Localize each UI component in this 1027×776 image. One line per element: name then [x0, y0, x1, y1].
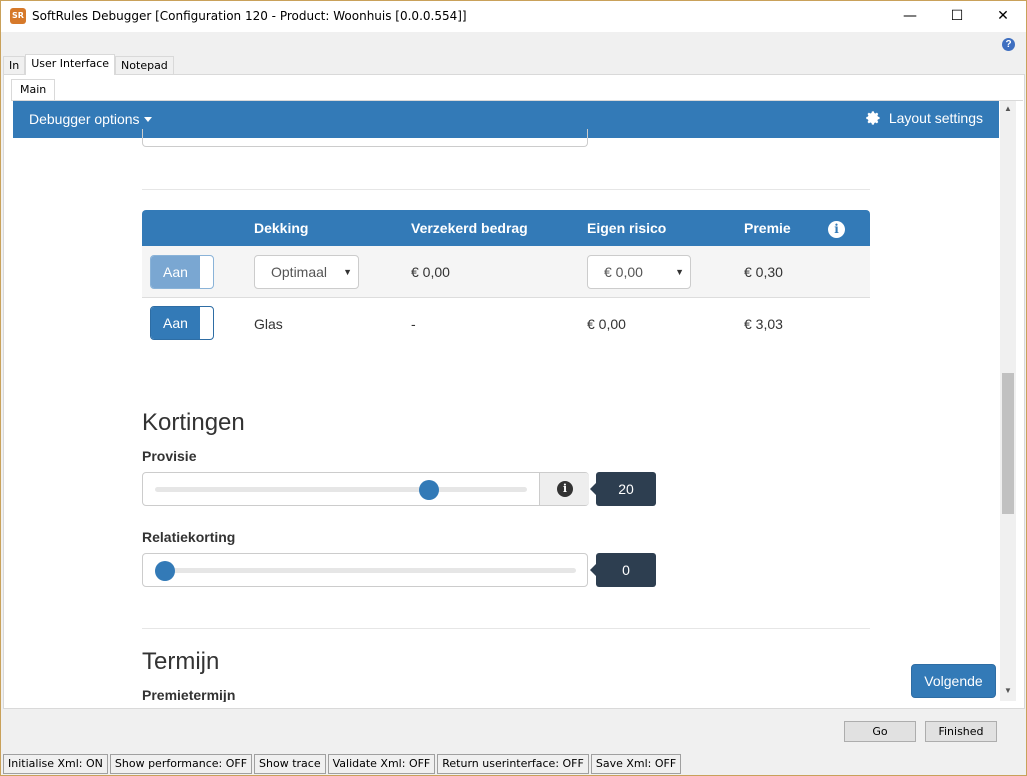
- info-icon[interactable]: i: [828, 221, 845, 238]
- scroll-up-icon[interactable]: ▲: [1000, 101, 1016, 117]
- toggle-label: Aan: [151, 256, 200, 288]
- tab-main[interactable]: Main: [11, 79, 56, 101]
- premie-value: € 3,03: [744, 316, 783, 332]
- section-divider: [142, 189, 870, 190]
- browser-view: Debugger options Layout settings Dekking…: [13, 101, 1000, 702]
- premie-value: € 0,30: [744, 264, 783, 280]
- relatiekorting-value-badge: 0: [590, 553, 656, 587]
- scroll-down-icon[interactable]: ▼: [1000, 683, 1016, 699]
- maximize-button[interactable]: ☐: [934, 1, 980, 32]
- slider-track: [155, 487, 527, 492]
- status-show-trace[interactable]: Show trace: [254, 754, 326, 774]
- help-icon[interactable]: ?: [1002, 38, 1015, 51]
- aan-toggle[interactable]: Aan: [150, 255, 214, 289]
- text-input-partial[interactable]: [142, 129, 588, 147]
- status-validate-xml[interactable]: Validate Xml: OFF: [327, 754, 436, 774]
- close-button[interactable]: ✕: [980, 1, 1026, 32]
- slider-handle[interactable]: [419, 480, 439, 500]
- status-initialise-xml[interactable]: Initialise Xml: ON: [3, 754, 108, 774]
- bottom-bar: Go Finished: [1, 710, 1026, 754]
- tab-in[interactable]: In: [3, 56, 26, 74]
- header-eigen-risico: Eigen risico: [587, 220, 667, 236]
- coverage-table-header: Dekking Verzekerd bedrag Eigen risico Pr…: [142, 210, 870, 246]
- layout-settings-label: Layout settings: [888, 110, 983, 126]
- status-return-userinterface[interactable]: Return userinterface: OFF: [437, 754, 589, 774]
- chevron-down-icon: ▼: [675, 267, 684, 277]
- termijn-heading: Termijn: [142, 648, 220, 675]
- layout-settings-button[interactable]: Layout settings: [865, 110, 983, 126]
- debugger-options-dropdown[interactable]: Debugger options: [29, 111, 152, 127]
- volgende-button[interactable]: Volgende: [911, 664, 996, 698]
- table-row: Aan Optimaal ▼ € 0,00 € 0,00 ▼ € 0,30: [142, 246, 870, 298]
- header-verzekerd-bedrag: Verzekerd bedrag: [411, 220, 528, 236]
- provisie-info-addon[interactable]: i: [539, 473, 589, 505]
- app-window: SR SoftRules Debugger [Configuration 120…: [0, 0, 1027, 776]
- table-row: Aan Glas - € 0,00 € 3,03: [142, 298, 870, 350]
- kortingen-heading: Kortingen: [142, 409, 245, 436]
- app-logo-icon: SR: [10, 8, 26, 24]
- aan-toggle[interactable]: Aan: [150, 306, 214, 340]
- provisie-value-badge: 20: [590, 472, 656, 506]
- relatiekorting-slider[interactable]: [142, 553, 588, 587]
- eigen-risico-select[interactable]: € 0,00 ▼: [587, 255, 691, 289]
- window-title: SoftRules Debugger [Configuration 120 - …: [32, 9, 467, 23]
- status-show-performance[interactable]: Show performance: OFF: [109, 754, 253, 774]
- dekking-select-value: Optimaal: [271, 264, 328, 280]
- verzekerd-bedrag-value: € 0,00: [411, 264, 450, 280]
- provisie-label: Provisie: [142, 448, 197, 464]
- status-bar: Initialise Xml: ON Show performance: OFF…: [3, 754, 683, 774]
- finished-button[interactable]: Finished: [925, 721, 997, 742]
- tab-notepad[interactable]: Notepad: [115, 56, 174, 74]
- header-premie: Premie: [744, 220, 791, 236]
- caret-down-icon: [143, 117, 152, 122]
- vertical-scrollbar[interactable]: ▲ ▼: [1000, 101, 1016, 701]
- dekking-value: Glas: [254, 316, 283, 332]
- minimize-button[interactable]: —: [887, 1, 933, 32]
- scrollbar-thumb[interactable]: [1002, 373, 1014, 514]
- section-divider: [142, 628, 870, 629]
- header-dekking: Dekking: [254, 220, 309, 236]
- verzekerd-bedrag-value: -: [411, 316, 416, 332]
- chevron-down-icon: ▼: [343, 267, 352, 277]
- premietermijn-label: Premietermijn: [142, 687, 236, 702]
- dekking-select[interactable]: Optimaal ▼: [254, 255, 359, 289]
- toggle-label: Aan: [151, 307, 200, 339]
- main-tabs: In User Interface Notepad: [3, 54, 174, 75]
- tab-user-interface[interactable]: User Interface: [25, 54, 116, 75]
- debugger-options-label: Debugger options: [29, 111, 140, 127]
- eigen-risico-select-value: € 0,00: [604, 264, 643, 280]
- slider-track: [155, 568, 576, 573]
- relatiekorting-label: Relatiekorting: [142, 529, 236, 545]
- eigen-risico-value: € 0,00: [587, 316, 626, 332]
- gear-icon: [866, 111, 880, 125]
- provisie-slider[interactable]: i: [142, 472, 589, 506]
- title-bar: SR SoftRules Debugger [Configuration 120…: [1, 1, 1026, 32]
- info-icon: i: [557, 481, 573, 497]
- status-save-xml[interactable]: Save Xml: OFF: [590, 754, 682, 774]
- go-button[interactable]: Go: [844, 721, 916, 742]
- slider-handle[interactable]: [155, 561, 175, 581]
